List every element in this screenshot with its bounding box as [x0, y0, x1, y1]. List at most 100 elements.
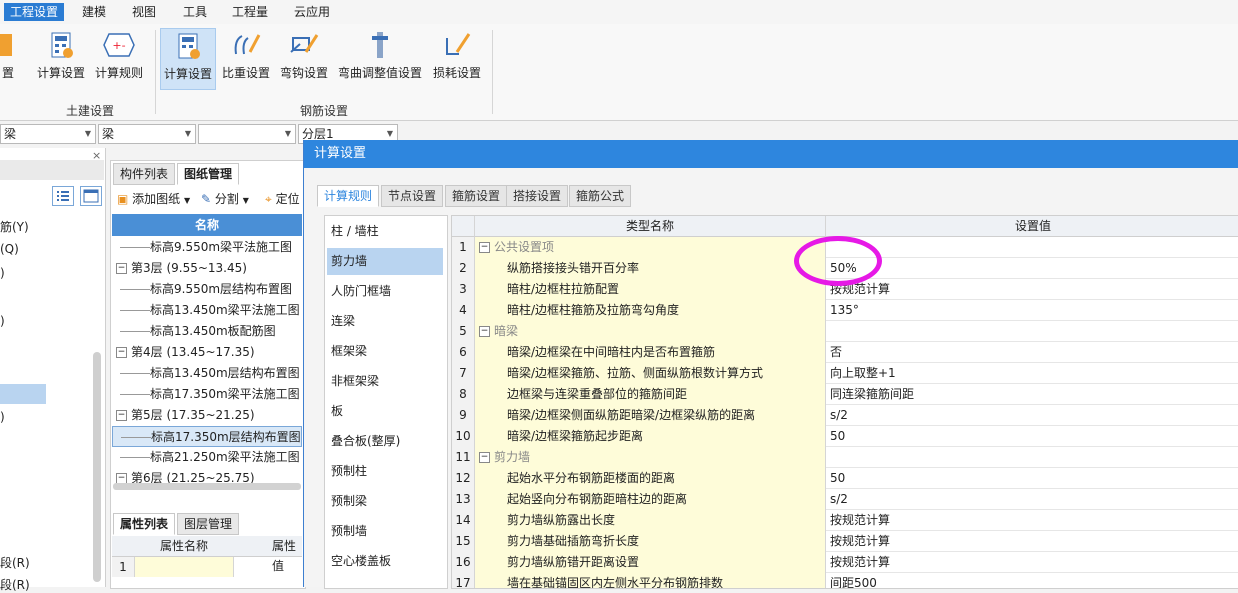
tab-calc-rules[interactable]: 计算规则 — [317, 185, 380, 207]
civil-calc-settings-button[interactable]: 计算设置 — [34, 28, 88, 88]
grid-row[interactable]: 4 暗柱/边框柱箍筋及拉筋弯勾角度 135° — [452, 300, 1238, 322]
setting-value-cell[interactable]: 按规范计算 — [826, 510, 1238, 531]
nav-item[interactable]: 筋(Y) — [0, 218, 29, 235]
grid-row[interactable]: 13 起始竖向分布钢筋距暗柱边的距离 s/2 — [452, 489, 1238, 511]
rebar-bend-adjust-button[interactable]: 弯曲调整值设置 — [336, 28, 424, 88]
grid-row[interactable]: 14 剪力墙纵筋露出长度 按规范计算 — [452, 510, 1238, 532]
tab-layer-manage[interactable]: 图层管理 — [177, 513, 240, 535]
grid-row[interactable]: 7 暗梁/边框梁箍筋、拉筋、侧面纵筋根数计算方式 向上取整+1 — [452, 363, 1238, 385]
grid-row[interactable]: 10 暗梁/边框梁箍筋起步距离 50 — [452, 426, 1238, 448]
tree-drawing-item[interactable]: 标高21.250m梁平法施工图 — [112, 447, 302, 468]
tree-drawing-item[interactable]: 标高9.550m层结构布置图 — [112, 279, 302, 300]
grid-row[interactable]: 12 起始水平分布钢筋距楼面的距离 50 — [452, 468, 1238, 490]
category-item[interactable]: 非框架梁 — [327, 368, 443, 395]
locate-button[interactable]: ⌖ 定位 — [265, 190, 300, 208]
setting-value-cell[interactable]: 50 — [826, 426, 1238, 447]
setting-value-cell[interactable] — [826, 237, 1238, 258]
setting-value-cell[interactable]: 135° — [826, 300, 1238, 321]
tab-node-settings[interactable]: 节点设置 — [381, 185, 444, 207]
setting-value-cell[interactable]: 50 — [826, 468, 1238, 489]
tab-component-list[interactable]: 构件列表 — [113, 163, 176, 185]
add-drawing-button[interactable]: ▣ 添加图纸 ▼ — [117, 190, 190, 208]
collapse-icon[interactable]: − — [116, 347, 127, 358]
nav-item[interactable]: ) — [0, 266, 5, 280]
rebar-hook-button[interactable]: 弯钩设置 — [278, 28, 330, 88]
collapse-icon[interactable]: − — [479, 326, 490, 337]
setting-value-cell[interactable] — [826, 447, 1238, 468]
setting-value-cell[interactable]: 向上取整+1 — [826, 363, 1238, 384]
tree-drawing-item[interactable]: 标高13.450m梁平法施工图 — [112, 300, 302, 321]
scrollbar[interactable] — [93, 352, 101, 582]
menu-project-settings[interactable]: 工程设置 — [4, 3, 65, 21]
detail-view-icon[interactable] — [80, 186, 102, 206]
setting-value-cell[interactable]: s/2 — [826, 405, 1238, 426]
category-item[interactable]: 框架梁 — [327, 338, 443, 365]
menu-cloud[interactable]: 云应用 — [288, 3, 336, 21]
collapse-icon[interactable]: − — [116, 410, 127, 421]
tree-floor-node[interactable]: − 第3层 (9.55~13.45) — [112, 258, 302, 279]
grid-row[interactable]: 9 暗梁/边框梁侧面纵筋距暗梁/边框梁纵筋的距离 s/2 — [452, 405, 1238, 427]
nav-item[interactable]: 段(R) — [0, 554, 30, 571]
tree-drawing-item[interactable]: 标高9.550m梁平法施工图 — [112, 237, 302, 258]
setting-value-cell[interactable] — [826, 321, 1238, 342]
setting-value-cell[interactable]: s/2 — [826, 489, 1238, 510]
nav-item[interactable]: ) — [0, 314, 5, 328]
setting-value-cell[interactable]: 按规范计算 — [826, 552, 1238, 573]
category-item[interactable]: 柱 / 墙柱 — [327, 218, 443, 245]
grid-group-row[interactable]: 5− 暗梁 — [452, 321, 1238, 343]
tree-drawing-item[interactable]: 标高13.450m层结构布置图 — [112, 363, 302, 384]
tree-floor-node[interactable]: − 第5层 (17.35~21.25) — [112, 405, 302, 426]
grid-row[interactable]: 16 剪力墙纵筋错开距离设置 按规范计算 — [452, 552, 1238, 574]
horizontal-scrollbar[interactable] — [113, 483, 301, 490]
type-combo[interactable]: 梁 ▼ — [98, 124, 196, 144]
setting-value-cell[interactable]: 按规范计算 — [826, 279, 1238, 300]
menu-quantity[interactable]: 工程量 — [226, 3, 274, 21]
setting-value-cell[interactable]: 50% — [826, 258, 1238, 279]
partial-settings-button[interactable]: 置 — [0, 28, 16, 88]
setting-value-cell[interactable]: 同连梁箍筋间距 — [826, 384, 1238, 405]
tab-property-list[interactable]: 属性列表 — [113, 513, 176, 535]
category-item[interactable]: 剪力墙 — [327, 248, 443, 275]
grid-row[interactable]: 8 边框梁与连梁重叠部位的箍筋间距 同连梁箍筋间距 — [452, 384, 1238, 406]
list-view-icon[interactable] — [52, 186, 74, 206]
nav-item[interactable]: (Q) — [0, 242, 19, 256]
collapse-icon[interactable]: − — [479, 242, 490, 253]
collapse-icon[interactable]: − — [479, 452, 490, 463]
category-item[interactable]: 预制梁 — [327, 488, 443, 515]
tree-drawing-item[interactable]: 标高17.350m梁平法施工图 — [112, 384, 302, 405]
grid-row[interactable]: 15 剪力墙基础插筋弯折长度 按规范计算 — [452, 531, 1238, 553]
tree-floor-node[interactable]: − 第4层 (13.45~17.35) — [112, 342, 302, 363]
tree-drawing-item[interactable]: 标高13.450m板配筋图 — [112, 321, 302, 342]
category-item[interactable]: 板 — [327, 398, 443, 425]
category-item[interactable]: 人防门框墙 — [327, 278, 443, 305]
tab-drawing-manage[interactable]: 图纸管理 — [177, 163, 240, 185]
rebar-loss-button[interactable]: 损耗设置 — [430, 28, 484, 88]
floor-combo[interactable]: 梁 ▼ — [0, 124, 96, 144]
tab-lap-settings[interactable]: 搭接设置 — [506, 185, 569, 207]
split-button[interactable]: ✎ 分割 ▼ — [201, 190, 249, 208]
tab-stirrup-formula[interactable]: 箍筋公式 — [569, 185, 632, 207]
setting-value-cell[interactable]: 按规范计算 — [826, 531, 1238, 552]
menu-tools[interactable]: 工具 — [177, 3, 213, 21]
nav-item[interactable]: ) — [0, 410, 5, 424]
grid-group-row[interactable]: 11− 剪力墙 — [452, 447, 1238, 469]
tab-stirrup-settings[interactable]: 箍筋设置 — [445, 185, 508, 207]
civil-calc-rules-button[interactable]: +- 计算规则 — [92, 28, 146, 88]
tree-drawing-item[interactable]: 标高17.350m层结构布置图 — [112, 426, 302, 447]
menu-modeling[interactable]: 建模 — [76, 3, 112, 21]
rebar-calc-settings-button[interactable]: 计算设置 — [160, 28, 216, 90]
property-name-cell[interactable] — [135, 557, 234, 577]
rebar-weight-button[interactable]: 比重设置 — [220, 28, 272, 88]
component-combo[interactable]: ▼ — [198, 124, 296, 144]
menu-view[interactable]: 视图 — [126, 3, 162, 21]
category-item[interactable]: 预制墙 — [327, 518, 443, 545]
category-item[interactable]: 连梁 — [327, 308, 443, 335]
nav-item[interactable]: 段(R) — [0, 576, 30, 593]
nav-item-selected[interactable] — [0, 384, 46, 404]
grid-row[interactable]: 6 暗梁/边框梁在中间暗柱内是否布置箍筋 否 — [452, 342, 1238, 364]
category-item[interactable]: 叠合板(整厚) — [327, 428, 443, 455]
setting-value-cell[interactable]: 否 — [826, 342, 1238, 363]
category-item[interactable]: 预制柱 — [327, 458, 443, 485]
category-item[interactable]: 空心楼盖板 — [327, 548, 443, 575]
collapse-icon[interactable]: − — [116, 263, 127, 274]
